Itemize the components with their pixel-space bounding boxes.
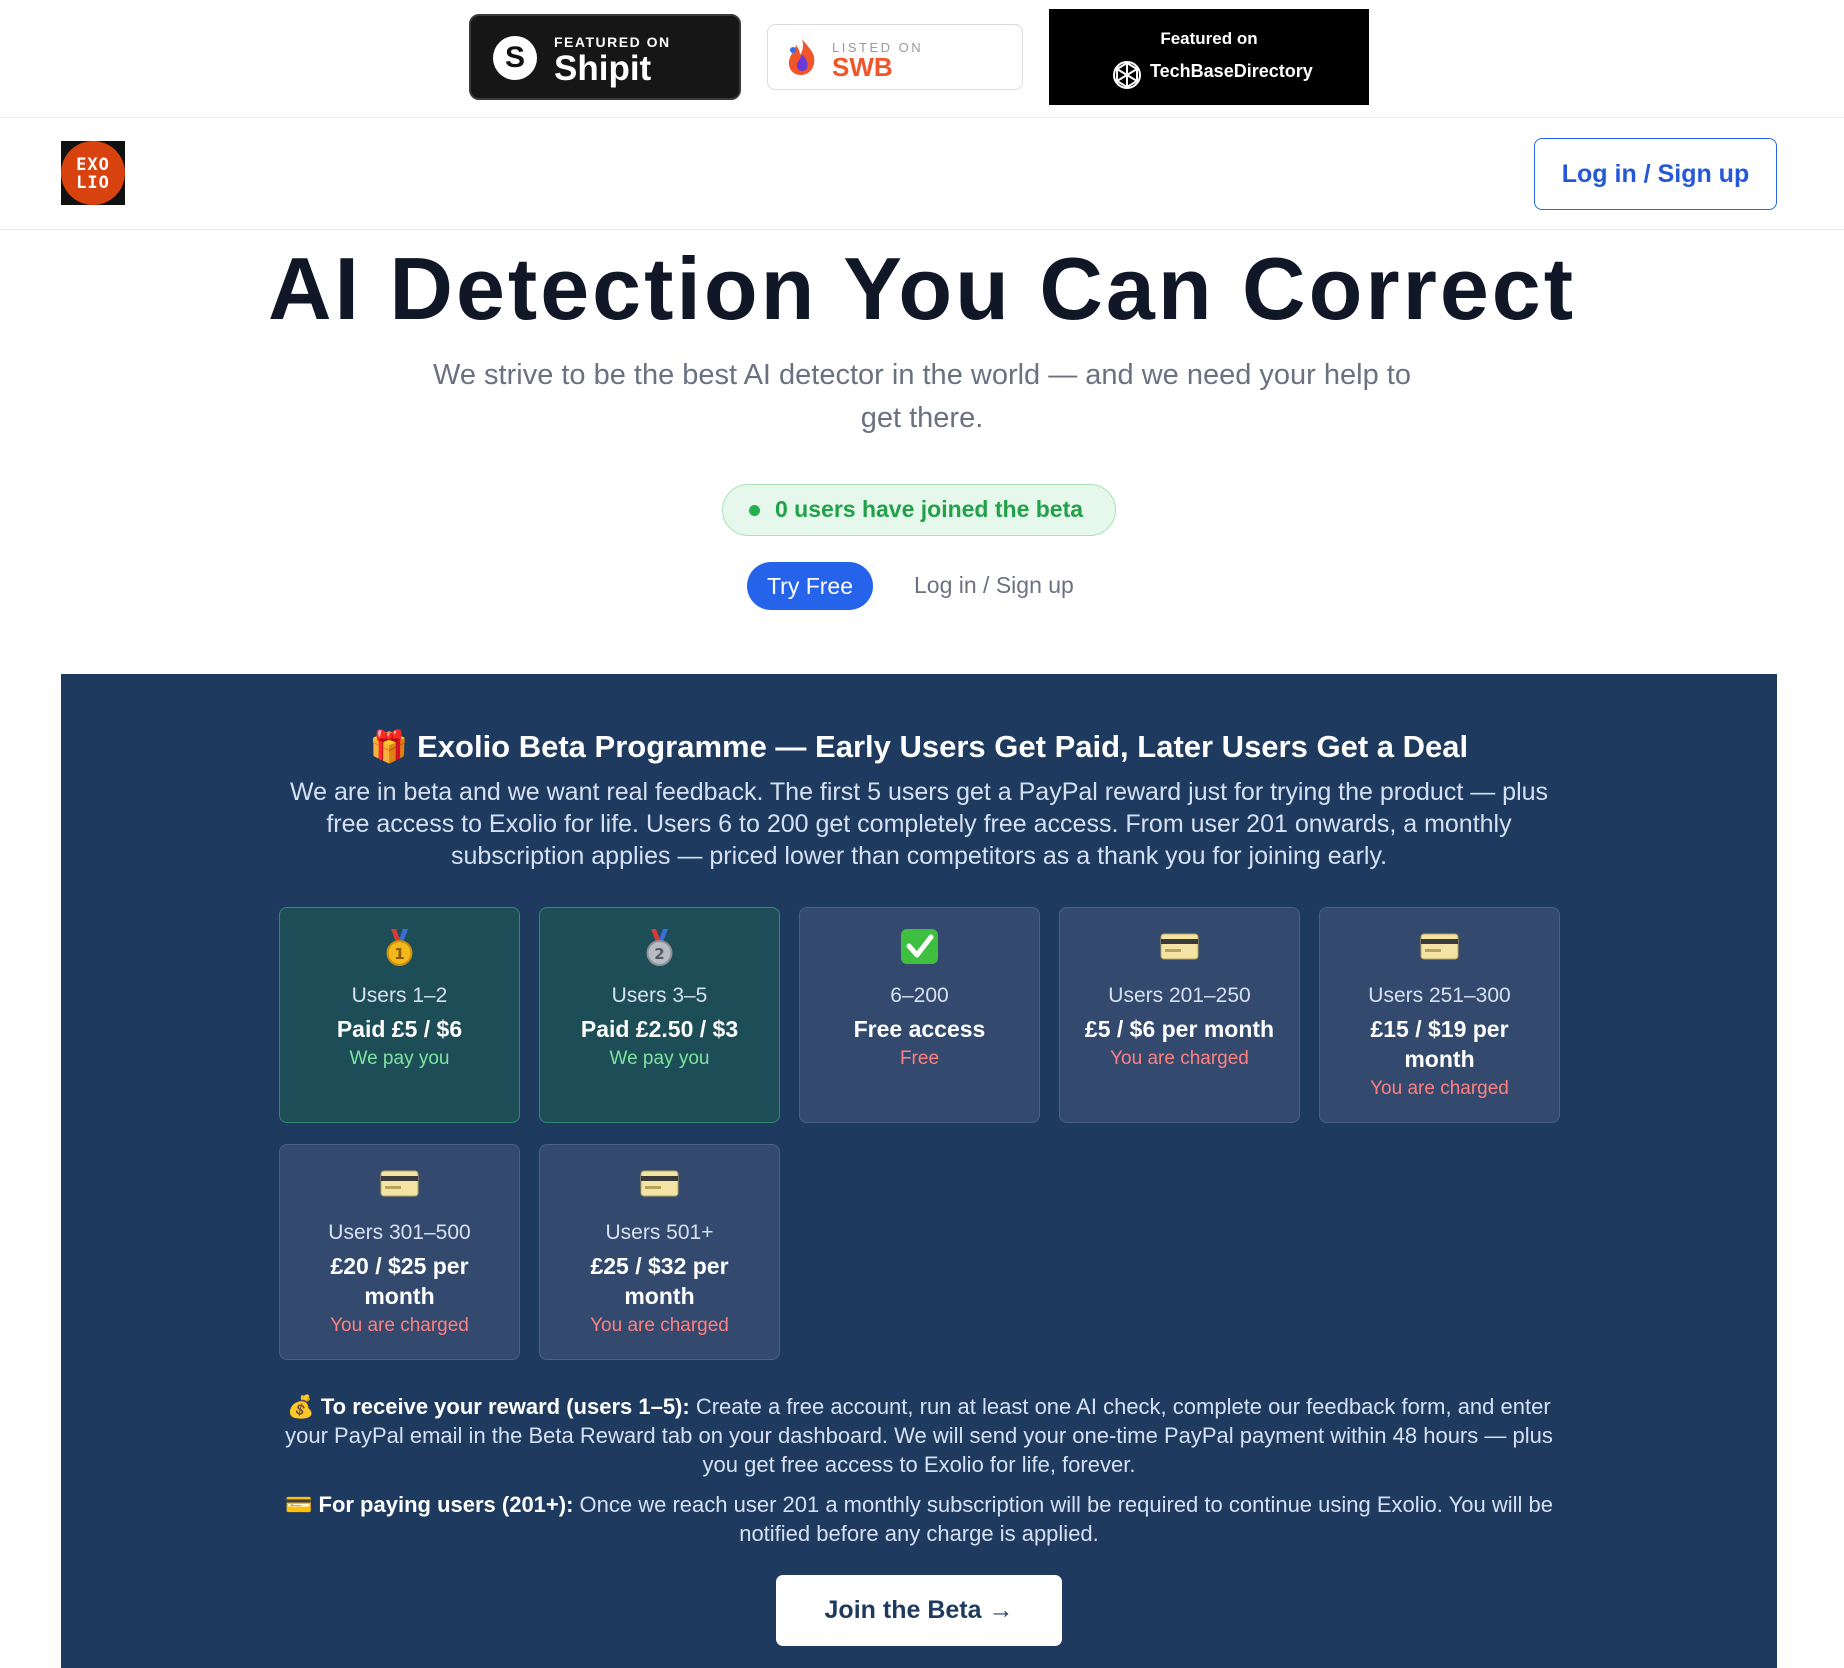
- shipit-badge-caption: FEATURED ON: [554, 34, 671, 50]
- try-free-button[interactable]: Try Free: [747, 562, 873, 610]
- beta-count-text: 0 users have joined the beta: [775, 496, 1084, 522]
- credit-card-icon: [640, 1170, 679, 1197]
- shipit-badge[interactable]: S FEATURED ON Shipit: [469, 14, 741, 100]
- tier-card-users-251-300: Users 251–300 £15 / $19 per month You ar…: [1319, 907, 1560, 1123]
- shipit-badge-name: Shipit: [554, 49, 652, 88]
- swb-flame-icon: [788, 39, 815, 75]
- tier-note: We pay you: [349, 1048, 450, 1069]
- credit-card-icon: [1160, 933, 1199, 960]
- tier-card-users-1-2: 1 Users 1–2 Paid £5 / $6 We pay you: [279, 907, 520, 1123]
- logo-text-top: EXO: [76, 155, 110, 175]
- tier-range: Users 501+: [605, 1221, 714, 1244]
- paying-users-note: 💳 For paying users (201+): Once we reach…: [271, 1490, 1567, 1548]
- gold-medal-icon: 1: [386, 929, 413, 966]
- techbase-badge[interactable]: Featured on TechBaseDirectory: [1049, 9, 1369, 105]
- tier-note: You are charged: [1110, 1048, 1249, 1069]
- reward-instructions: 💰 To receive your reward (users 1–5): Cr…: [271, 1392, 1567, 1479]
- tier-note: Free: [899, 1048, 940, 1069]
- beta-programme-panel: 🎁 Exolio Beta Programme — Early Users Ge…: [61, 674, 1777, 1668]
- paying-heading: 💳 For paying users (201+):: [285, 1492, 574, 1517]
- tier-note: You are charged: [1370, 1078, 1509, 1099]
- hero-title: AI Detection You Can Correct: [267, 239, 1577, 338]
- tier-card-users-501-plus: Users 501+ £25 / $32 per month You are c…: [539, 1144, 780, 1360]
- tier-card-users-301-500: Users 301–500 £20 / $25 per month You ar…: [279, 1144, 520, 1360]
- tier-note: You are charged: [590, 1315, 729, 1336]
- credit-card-icon: [380, 1170, 419, 1197]
- silver-medal-icon: 2: [646, 929, 673, 966]
- techbase-network-icon: [1113, 61, 1141, 89]
- techbase-badge-name: TechBaseDirectory: [1150, 61, 1313, 81]
- swb-badge-name: SWB: [832, 52, 893, 82]
- top-navigation: EXO LIO Log in / Sign up: [0, 118, 1844, 230]
- techbase-badge-caption: Featured on: [1160, 29, 1258, 48]
- credit-card-icon: [1420, 933, 1459, 960]
- hero-subtitle: We strive to be the best AI detector in …: [433, 359, 1411, 434]
- tier-note: We pay you: [609, 1048, 710, 1069]
- tier-range: 6–200: [890, 984, 949, 1007]
- svg-text:1: 1: [394, 945, 404, 963]
- tier-range: Users 251–300: [1368, 984, 1511, 1007]
- featured-badges-strip: S FEATURED ON Shipit LISTED ON SWB Featu…: [0, 0, 1844, 118]
- beta-programme-intro: We are in beta and we want real feedback…: [289, 778, 1549, 870]
- tier-range: Users 301–500: [328, 1221, 471, 1244]
- beta-count-badge: 0 users have joined the beta: [722, 484, 1116, 536]
- beta-programme-title: 🎁 Exolio Beta Programme — Early Users Ge…: [369, 729, 1469, 764]
- status-dot-icon: [749, 505, 760, 516]
- tier-range: Users 3–5: [611, 984, 708, 1007]
- logo-text-bottom: LIO: [76, 173, 110, 193]
- hero-login-link[interactable]: Log in / Sign up: [914, 572, 1074, 599]
- tier-card-users-6-200: 6–200 Free access Free: [799, 907, 1040, 1123]
- nav-login-signup-button[interactable]: Log in / Sign up: [1534, 138, 1777, 210]
- tier-range: Users 1–2: [351, 984, 448, 1007]
- check-mark-icon: [901, 929, 938, 964]
- join-the-beta-button[interactable]: Join the Beta →: [776, 1575, 1062, 1646]
- tier-price: £15 / $19 per month: [1370, 1016, 1509, 1072]
- tier-price: Paid £5 / $6: [336, 1016, 463, 1042]
- swb-badge[interactable]: LISTED ON SWB: [767, 24, 1023, 90]
- svg-text:2: 2: [654, 945, 664, 963]
- shipit-logo-icon: S: [493, 36, 537, 80]
- tier-price: Paid £2.50 / $3: [580, 1016, 739, 1042]
- tier-card-users-3-5: 2 Users 3–5 Paid £2.50 / $3 We pay you: [539, 907, 780, 1123]
- tier-price: Free access: [853, 1016, 986, 1042]
- tier-price: £25 / $32 per month: [590, 1253, 729, 1309]
- tier-range: Users 201–250: [1108, 984, 1251, 1007]
- paying-text: Once we reach user 201 a monthly subscri…: [573, 1492, 1553, 1546]
- tier-price: £20 / $25 per month: [330, 1253, 469, 1309]
- tier-card-users-201-250: Users 201–250 £5 / $6 per month You are …: [1059, 907, 1300, 1123]
- tier-price: £5 / $6 per month: [1084, 1016, 1275, 1042]
- reward-heading: 💰 To receive your reward (users 1–5):: [287, 1394, 690, 1419]
- tier-note: You are charged: [330, 1315, 469, 1336]
- exolio-logo[interactable]: EXO LIO: [61, 141, 125, 205]
